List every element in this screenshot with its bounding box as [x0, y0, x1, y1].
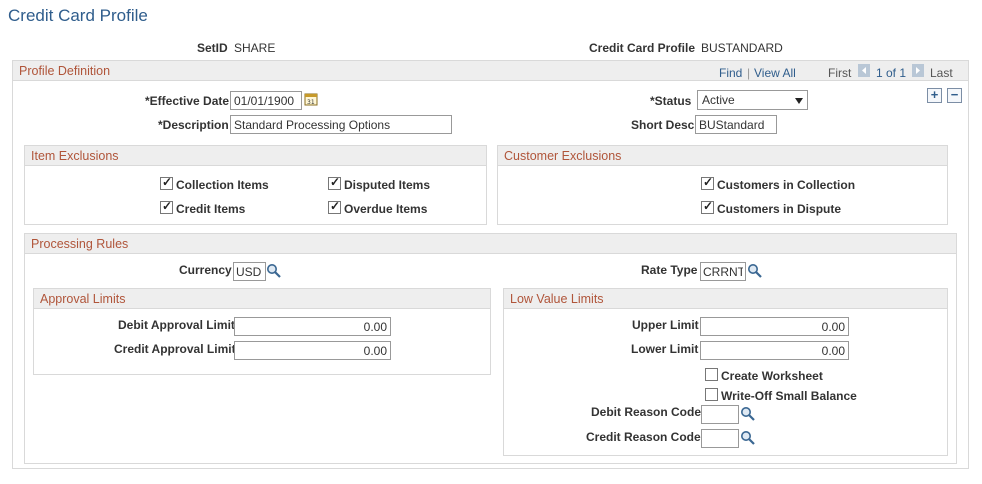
credit-items-label: Credit Items [176, 202, 246, 216]
customer-exclusions-title: Customer Exclusions [504, 149, 622, 163]
low-value-limits-header: Low Value Limits [504, 289, 947, 309]
processing-rules-header: Processing Rules [25, 234, 956, 254]
currency-label: Currency [179, 263, 232, 277]
item-exclusions-title: Item Exclusions [31, 149, 119, 163]
first-link[interactable]: First [828, 66, 851, 80]
calendar-icon[interactable]: 31 [304, 92, 318, 106]
setid-value: SHARE [234, 41, 276, 55]
customers-in-dispute-checkbox[interactable] [701, 199, 714, 214]
debit-approval-limit-label: Debit Approval Limit [118, 318, 235, 332]
credit-reason-search-icon[interactable] [740, 430, 756, 446]
debit-approval-limit-input[interactable] [234, 317, 391, 336]
item-exclusions-header: Item Exclusions [25, 146, 486, 166]
nav-separator: | [747, 66, 751, 80]
upper-limit-input[interactable] [700, 317, 849, 336]
create-worksheet-checkbox[interactable] [705, 368, 718, 381]
chevron-down-icon [795, 98, 803, 104]
credit-reason-code-input[interactable] [701, 429, 739, 448]
write-off-small-balance-checkbox[interactable] [705, 388, 718, 401]
processing-rules-title: Processing Rules [31, 237, 129, 251]
approval-limits-header: Approval Limits [34, 289, 490, 309]
low-value-limits-title: Low Value Limits [510, 292, 604, 306]
currency-input[interactable] [233, 262, 266, 281]
customer-exclusions-header: Customer Exclusions [498, 146, 947, 166]
next-arrow-icon[interactable] [912, 64, 924, 77]
status-selected-value: Active [702, 93, 735, 107]
view-all-link[interactable]: View All [754, 66, 796, 80]
approval-limits-title: Approval Limits [40, 292, 126, 306]
profile-value: BUSTANDARD [701, 41, 783, 55]
find-link[interactable]: Find [719, 66, 742, 80]
disputed-items-checkbox[interactable] [328, 175, 341, 190]
short-desc-label: Short Desc [631, 118, 695, 132]
customers-in-collection-label: Customers in Collection [717, 178, 856, 192]
collection-items-checkbox[interactable] [160, 175, 173, 190]
profile-definition-title: Profile Definition [19, 64, 111, 78]
collection-items-label: Collection Items [176, 178, 269, 192]
profile-label: Credit Card Profile [589, 41, 696, 55]
disputed-items-label: Disputed Items [344, 178, 431, 192]
add-row-button[interactable]: + [927, 88, 942, 103]
short-desc-input[interactable] [695, 115, 777, 134]
page-title: Credit Card Profile [8, 6, 148, 25]
customers-in-collection-checkbox[interactable] [701, 175, 714, 190]
debit-reason-code-label: Debit Reason Code [591, 405, 702, 419]
last-link[interactable]: Last [930, 66, 953, 80]
lower-limit-input[interactable] [700, 341, 849, 360]
description-input[interactable] [230, 115, 452, 134]
previous-arrow-icon[interactable] [858, 64, 870, 77]
rate-type-label: Rate Type [641, 263, 698, 277]
effective-date-label: *Effective Date [145, 94, 230, 108]
create-worksheet-label: Create Worksheet [721, 369, 823, 383]
customers-in-dispute-label: Customers in Dispute [717, 202, 842, 216]
profile-definition-header: Profile Definition [13, 61, 968, 81]
credit-reason-code-label: Credit Reason Code [586, 430, 701, 444]
setid-label: SetID [197, 41, 228, 55]
status-select[interactable]: Active [697, 90, 808, 110]
lower-limit-label: Lower Limit [631, 342, 699, 356]
write-off-small-balance-label: Write-Off Small Balance [721, 389, 857, 403]
debit-reason-code-input[interactable] [701, 405, 739, 424]
description-label: *Description [158, 118, 229, 132]
effective-date-input[interactable] [230, 91, 302, 110]
row-count: 1 of 1 [876, 66, 907, 80]
credit-approval-limit-input[interactable] [234, 341, 391, 360]
credit-approval-limit-label: Credit Approval Limit [114, 342, 236, 356]
rate-type-search-icon[interactable] [747, 263, 763, 279]
svg-text:31: 31 [307, 99, 315, 106]
debit-reason-search-icon[interactable] [740, 406, 756, 422]
overdue-items-checkbox[interactable] [328, 199, 341, 214]
delete-row-button[interactable]: − [947, 88, 962, 103]
status-label: *Status [650, 94, 692, 108]
upper-limit-label: Upper Limit [632, 318, 699, 332]
currency-search-icon[interactable] [266, 263, 282, 279]
rate-type-input[interactable] [700, 262, 746, 281]
overdue-items-label: Overdue Items [344, 202, 428, 216]
credit-items-checkbox[interactable] [160, 199, 173, 214]
